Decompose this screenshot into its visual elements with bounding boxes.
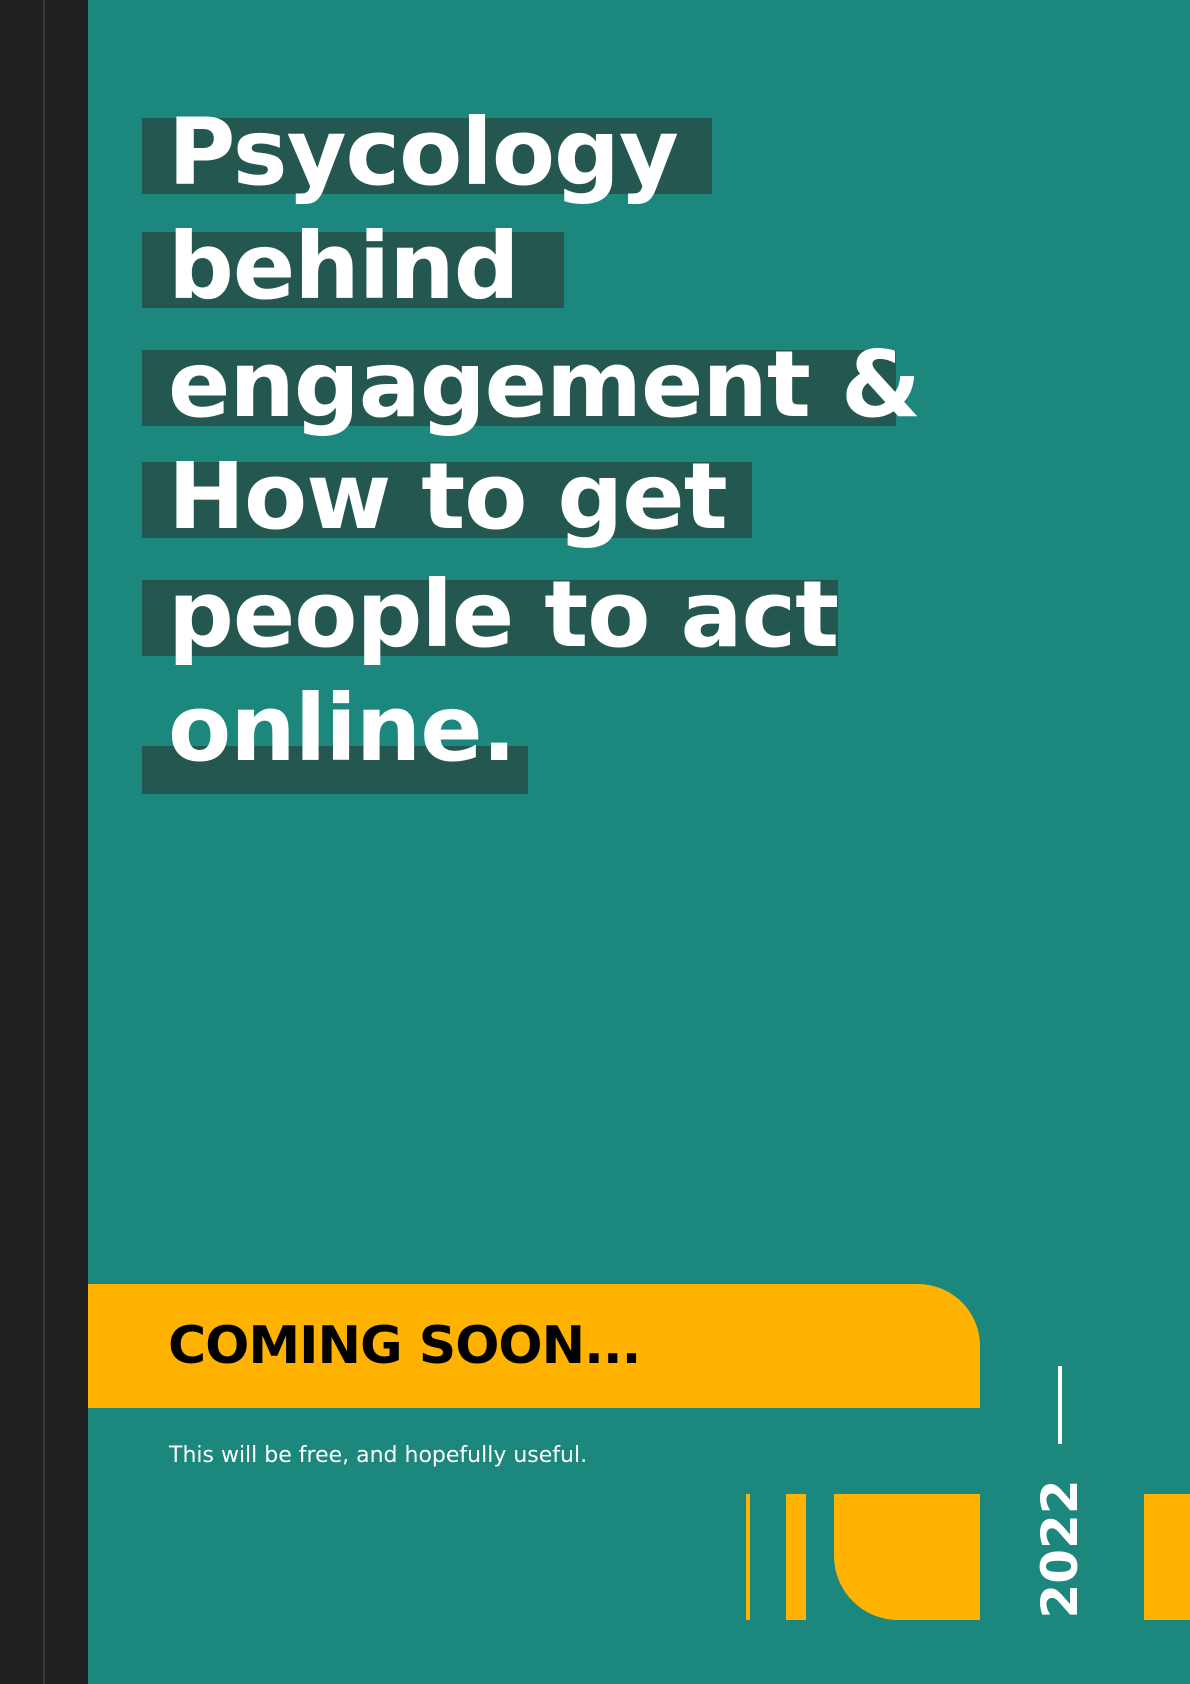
accent-rounded-block xyxy=(834,1494,980,1620)
title-text-5: people to act xyxy=(168,561,839,668)
accent-bar xyxy=(786,1494,806,1620)
title-text-2: behind xyxy=(168,213,520,320)
year-label: 2022 xyxy=(1031,1479,1089,1619)
year-divider-line xyxy=(1058,1366,1062,1444)
spine-divider-line xyxy=(43,0,45,1684)
title-text-3: engagement & xyxy=(168,331,921,438)
title-text-6: online. xyxy=(168,675,517,782)
coming-soon-text: COMING SOON... xyxy=(168,1316,641,1376)
subtitle: This will be free, and hopefully useful. xyxy=(169,1443,588,1468)
title-text-1: Psycology xyxy=(168,99,679,206)
coming-soon-banner: COMING SOON... xyxy=(88,1284,980,1408)
title-text-4: How to get xyxy=(168,443,728,550)
accent-thin-bar xyxy=(746,1494,750,1620)
accent-edge-block xyxy=(1144,1494,1190,1620)
